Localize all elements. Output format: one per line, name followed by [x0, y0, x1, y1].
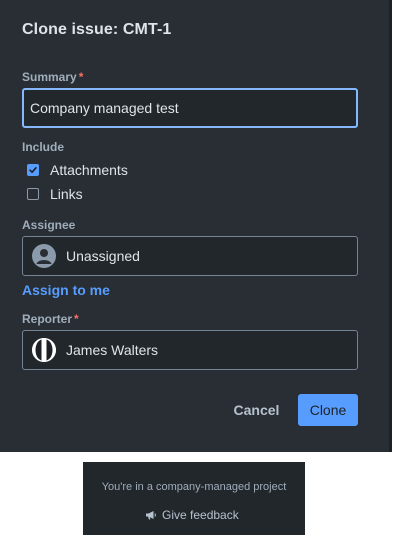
attachments-checkbox-row[interactable]: Attachments [27, 162, 128, 178]
megaphone-icon [145, 510, 157, 520]
assignee-label: Assignee [22, 218, 76, 232]
clone-button[interactable]: Clone [298, 394, 358, 426]
assign-to-me-link[interactable]: Assign to me [22, 282, 110, 298]
attachments-checkbox[interactable] [27, 164, 39, 176]
reporter-select[interactable]: James Walters [22, 330, 358, 370]
dialog-title: Clone issue: CMT-1 [22, 21, 172, 38]
assignee-value: Unassigned [66, 248, 140, 264]
reporter-avatar [32, 338, 56, 362]
clone-issue-dialog: Clone issue: CMT-1 Summary * Company mana… [0, 0, 392, 452]
reporter-label-text: Reporter [22, 312, 73, 326]
reporter-value: James Walters [66, 342, 159, 358]
flag-message: You're in a company-managed project [101, 481, 287, 493]
links-checkbox-row[interactable]: Links [27, 186, 83, 202]
unassigned-avatar-icon [32, 244, 56, 268]
summary-label: Summary * [22, 70, 83, 84]
attachments-checkbox-label: Attachments [50, 162, 128, 178]
links-checkbox[interactable] [27, 188, 39, 200]
reporter-required-mark: * [74, 312, 79, 326]
cancel-button[interactable]: Cancel [228, 394, 285, 426]
reporter-label: Reporter * [22, 312, 79, 326]
summary-input-value: Company managed test [30, 100, 179, 116]
checkmark-icon [29, 167, 37, 173]
links-checkbox-label: Links [50, 186, 83, 202]
summary-input[interactable]: Company managed test [22, 88, 358, 128]
company-managed-flag: You're in a company-managed project Give… [83, 462, 305, 535]
give-feedback-label: Give feedback [162, 508, 239, 522]
give-feedback-button[interactable]: Give feedback [145, 508, 239, 522]
assignee-select[interactable]: Unassigned [22, 236, 358, 276]
include-label: Include [22, 140, 65, 154]
summary-label-text: Summary [22, 70, 77, 84]
summary-required-mark: * [78, 70, 84, 84]
